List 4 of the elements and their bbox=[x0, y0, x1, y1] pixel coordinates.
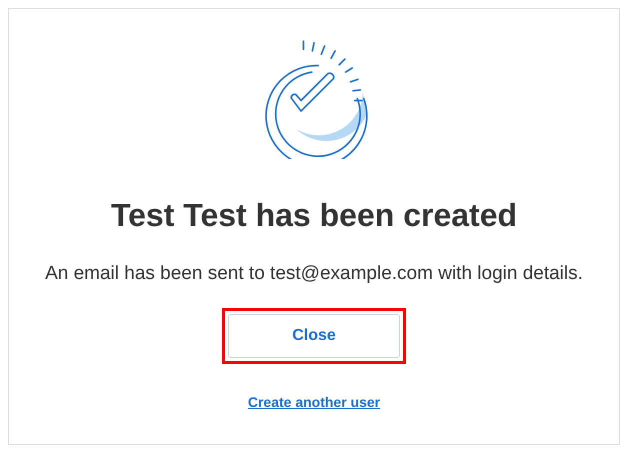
close-button[interactable]: Close bbox=[228, 314, 400, 358]
dialog-title: Test Test has been created bbox=[110, 197, 518, 234]
create-another-user-link[interactable]: Create another user bbox=[248, 394, 380, 410]
dialog-message: An email has been sent to test@example.com with login details. bbox=[44, 262, 584, 286]
